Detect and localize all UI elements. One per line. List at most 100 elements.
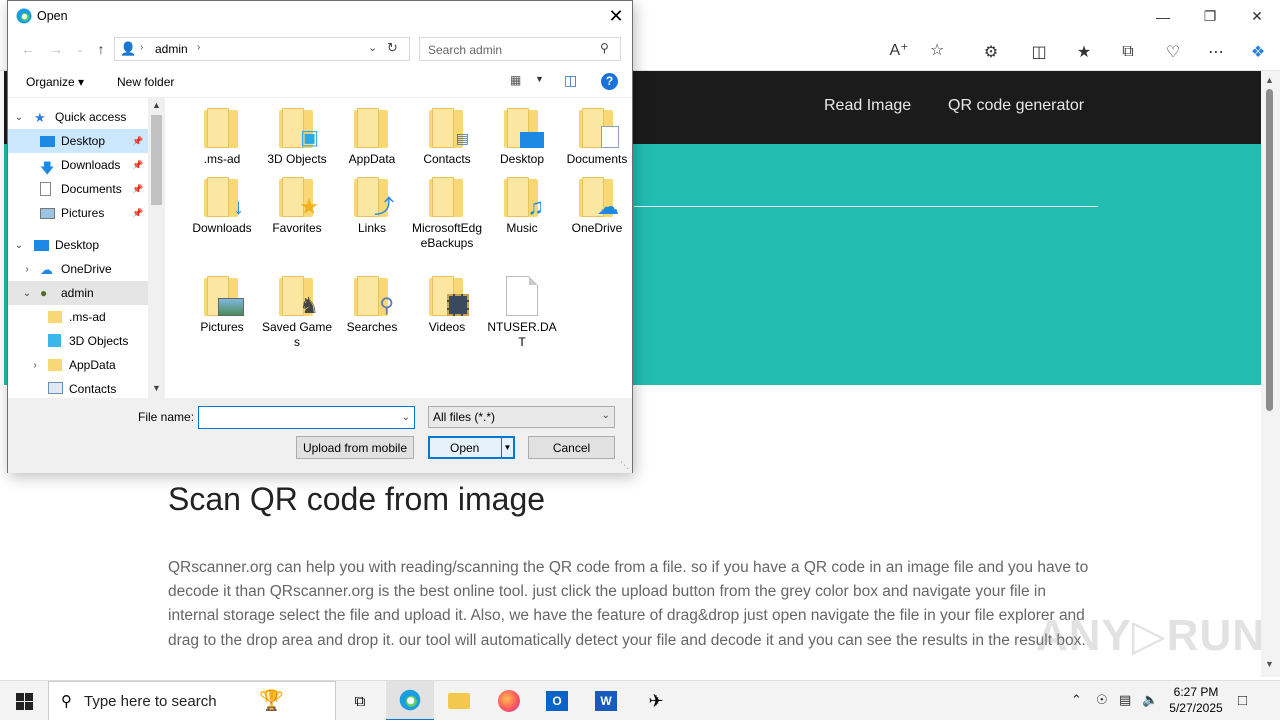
file-item[interactable]: ⤴ Links xyxy=(335,177,409,236)
tray-chevron-up-icon[interactable]: ⌃ xyxy=(1071,692,1082,708)
scroll-down-arrow-icon[interactable]: ▼ xyxy=(152,383,161,393)
close-window-button[interactable]: ✕ xyxy=(1234,0,1280,33)
tree-item-appdata[interactable]: › AppData xyxy=(8,353,148,377)
start-button[interactable] xyxy=(0,681,48,720)
expand-chevron-right-icon[interactable]: › xyxy=(29,360,41,371)
file-item[interactable]: Pictures xyxy=(185,276,259,335)
scroll-thumb[interactable] xyxy=(151,115,162,205)
path-breadcrumb[interactable]: 👤 › admin › ⌄ ↻ xyxy=(114,37,410,61)
tree-item-3d-objects[interactable]: 3D Objects xyxy=(8,329,148,353)
pin-icon: 📌 xyxy=(132,135,144,146)
forward-arrow-icon[interactable]: → xyxy=(46,38,66,60)
file-item[interactable]: .ms-ad xyxy=(185,108,259,167)
file-name-dropdown-chevron-icon[interactable]: ⌄ xyxy=(402,412,410,423)
file-item[interactable]: ♫ Music xyxy=(485,177,559,236)
breadcrumb-admin[interactable]: admin xyxy=(155,42,188,56)
file-item[interactable]: ♞ Saved Games xyxy=(260,276,334,350)
upload-from-mobile-button[interactable]: Upload from mobile xyxy=(296,436,414,459)
tree-item-ms-ad[interactable]: .ms-ad xyxy=(8,305,148,329)
preview-pane-icon[interactable]: ◫ xyxy=(564,72,577,89)
tree-item-documents[interactable]: Documents 📌 xyxy=(8,177,148,201)
tree-item-desktop[interactable]: Desktop 📌 xyxy=(8,129,148,153)
restore-button[interactable]: ❐ xyxy=(1187,0,1233,33)
file-item[interactable]: NTUSER.DAT xyxy=(485,276,559,350)
nav-qr-generator[interactable]: QR code generator xyxy=(948,97,1084,115)
expand-chevron-right-icon[interactable]: › xyxy=(21,264,33,275)
expand-chevron-down-icon[interactable]: ⌄ xyxy=(13,240,25,251)
cancel-button[interactable]: Cancel xyxy=(528,436,615,459)
taskbar-app-button[interactable]: ✈ xyxy=(632,681,680,720)
file-item[interactable]: ★ Favorites xyxy=(260,177,334,236)
back-arrow-icon[interactable]: ← xyxy=(18,38,38,60)
more-options-icon[interactable]: ⋯ xyxy=(1201,38,1231,66)
extensions-icon[interactable]: ⚙ xyxy=(976,38,1006,66)
recent-chevron-icon[interactable]: ⌄ xyxy=(70,38,90,60)
minimize-button[interactable]: — xyxy=(1140,0,1186,33)
tree-item-quick-access[interactable]: ⌄ ★ Quick access xyxy=(8,105,148,129)
task-view-button[interactable]: ⧉ xyxy=(336,681,384,720)
tray-clock[interactable]: 6:27 PM 5/27/2025 xyxy=(1166,684,1226,716)
scroll-up-arrow-icon[interactable]: ▲ xyxy=(152,100,161,110)
volume-icon[interactable]: 🔈 xyxy=(1142,692,1158,708)
file-item[interactable]: Videos xyxy=(410,276,484,335)
refresh-icon[interactable]: ↻ xyxy=(387,40,398,56)
scroll-up-arrow-icon[interactable]: ▲ xyxy=(1265,75,1274,85)
scroll-thumb[interactable] xyxy=(1266,89,1273,411)
file-name-input[interactable]: ⌄ xyxy=(198,406,415,429)
file-item[interactable]: MicrosoftEdgeBackups xyxy=(410,177,484,251)
open-split-chevron-icon[interactable]: ▼ xyxy=(501,438,513,457)
dialog-close-button[interactable]: ✕ xyxy=(602,3,630,30)
tree-item-admin[interactable]: ⌄ ● admin xyxy=(8,281,148,305)
read-aloud-icon[interactable]: A⁺ xyxy=(884,36,914,64)
resize-grip-icon[interactable]: ⋱ xyxy=(620,460,629,471)
taskbar-search-box[interactable]: ⚲ Type here to search 🏆 xyxy=(48,681,336,720)
navigation-pane[interactable]: ⌄ ★ Quick access Desktop 📌 🡇 Downloads 📌 Documen… xyxy=(8,98,165,398)
address-bar[interactable]: A⁺ ☆ xyxy=(632,36,962,68)
navigation-pane-scrollbar[interactable]: ▲ ▼ xyxy=(148,98,165,398)
split-screen-icon[interactable]: ◫ xyxy=(1024,38,1054,66)
help-icon[interactable]: ? xyxy=(601,73,618,90)
taskbar-edge-button[interactable] xyxy=(386,681,434,720)
favorite-star-icon[interactable]: ☆ xyxy=(922,36,952,64)
folder-search-input[interactable]: Search admin ⚲ xyxy=(419,37,621,61)
copilot-icon[interactable]: ❖ xyxy=(1243,38,1273,66)
open-button[interactable]: Open ▼ xyxy=(428,436,515,459)
file-name-label: Music xyxy=(506,221,538,235)
file-item[interactable]: Desktop xyxy=(485,108,559,167)
tray-device-icon[interactable]: ☉ xyxy=(1096,692,1108,708)
up-arrow-icon[interactable]: ↑ xyxy=(91,38,111,60)
organize-button[interactable]: Organize ▾ xyxy=(26,75,84,89)
taskbar-file-explorer-button[interactable] xyxy=(435,681,483,720)
file-item[interactable]: ▣ 3D Objects xyxy=(260,108,334,167)
path-dropdown-chevron-icon[interactable]: ⌄ xyxy=(368,41,377,54)
network-icon[interactable]: ▤ xyxy=(1119,692,1131,708)
tree-item-onedrive[interactable]: › ☁ OneDrive xyxy=(8,257,148,281)
expand-chevron-down-icon[interactable]: ⌄ xyxy=(13,112,25,123)
file-type-filter-select[interactable]: All files (*.*) ⌄ xyxy=(428,406,615,428)
expand-chevron-down-icon[interactable]: ⌄ xyxy=(21,288,33,299)
view-dropdown-chevron-icon[interactable]: ▼ xyxy=(535,74,544,84)
filter-dropdown-chevron-icon[interactable]: ⌄ xyxy=(602,410,610,421)
new-folder-button[interactable]: New folder xyxy=(117,75,174,89)
taskbar-firefox-button[interactable] xyxy=(485,681,533,720)
taskbar-outlook-button[interactable]: O xyxy=(533,681,581,720)
tree-item-desktop[interactable]: ⌄ Desktop xyxy=(8,233,148,257)
file-list-pane[interactable]: .ms-ad ▣ 3D Objects AppData ▤ Contacts Desktop… xyxy=(165,98,632,398)
browser-essentials-icon[interactable]: ♡ xyxy=(1158,38,1188,66)
taskbar-word-button[interactable]: W xyxy=(582,681,630,720)
file-item[interactable]: ▤ Contacts xyxy=(410,108,484,167)
view-options-icon[interactable]: ▦ xyxy=(510,73,521,87)
file-item[interactable]: ☁ OneDrive xyxy=(560,177,634,236)
tree-item-pictures[interactable]: Pictures 📌 xyxy=(8,201,148,225)
file-item[interactable]: AppData xyxy=(335,108,409,167)
favorites-icon[interactable]: ★ xyxy=(1069,38,1099,66)
notifications-icon[interactable]: □ xyxy=(1238,692,1247,709)
collections-icon[interactable]: ⧉ xyxy=(1113,38,1143,66)
file-item[interactable]: Documents xyxy=(560,108,634,167)
page-scrollbar[interactable]: ▲ ▼ xyxy=(1261,71,1280,677)
tree-item-downloads[interactable]: 🡇 Downloads 📌 xyxy=(8,153,148,177)
file-item[interactable]: ⚲ Searches xyxy=(335,276,409,335)
scroll-down-arrow-icon[interactable]: ▼ xyxy=(1265,659,1274,669)
nav-read-image[interactable]: Read Image xyxy=(824,97,911,115)
file-item[interactable]: ↓ Downloads xyxy=(185,177,259,236)
